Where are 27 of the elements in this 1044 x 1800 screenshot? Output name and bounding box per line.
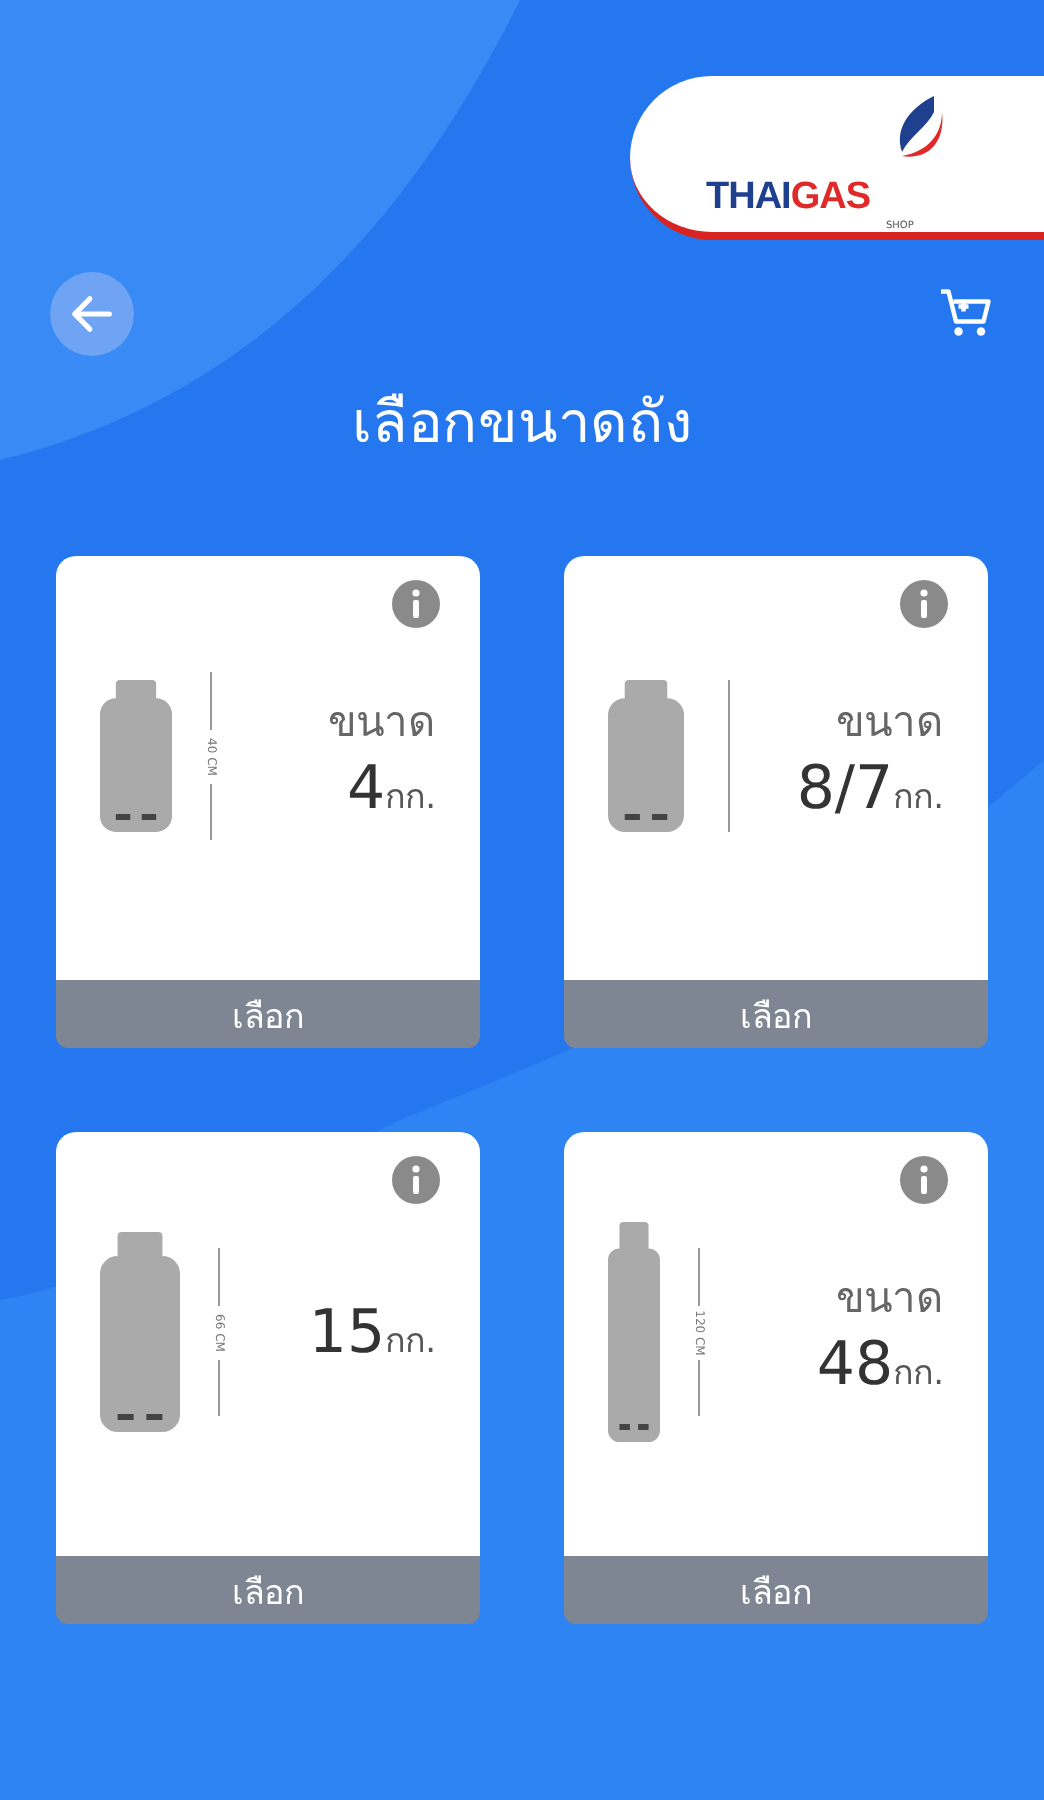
measure-line — [697, 1359, 699, 1416]
size-label: ขนาด — [836, 696, 944, 750]
select-button[interactable]: เลือก — [564, 980, 988, 1048]
size-value: 48กก. — [816, 1330, 944, 1400]
size-value: 15 กก. — [308, 1297, 436, 1367]
page-title: เลือกขนาดถัง — [350, 386, 694, 460]
measure-line — [209, 672, 211, 729]
info-icon[interactable] — [900, 1156, 948, 1204]
measure-line — [217, 1248, 219, 1305]
size-value: 4กก. — [347, 754, 436, 824]
size-label: ขนาด — [328, 696, 436, 750]
select-button[interactable]: เลือก — [56, 980, 480, 1048]
gas-tank-icon — [100, 1232, 180, 1432]
info-icon[interactable] — [392, 1156, 440, 1204]
gas-tank-icon — [608, 680, 684, 832]
info-icon[interactable] — [900, 580, 948, 628]
info-icon[interactable] — [392, 580, 440, 628]
gas-tank-icon — [100, 680, 172, 832]
gas-tank-icon — [608, 1222, 660, 1442]
measure-line — [697, 1248, 699, 1305]
measure-line — [217, 1359, 219, 1416]
logo-text: THAIGAS — [706, 176, 871, 220]
size-label: ขนาด — [836, 1272, 944, 1326]
measure-line — [209, 783, 211, 840]
select-button[interactable]: เลือก — [56, 1556, 480, 1624]
select-button[interactable]: เลือก — [564, 1556, 988, 1624]
size-value: 8/7 กก. — [796, 754, 944, 824]
